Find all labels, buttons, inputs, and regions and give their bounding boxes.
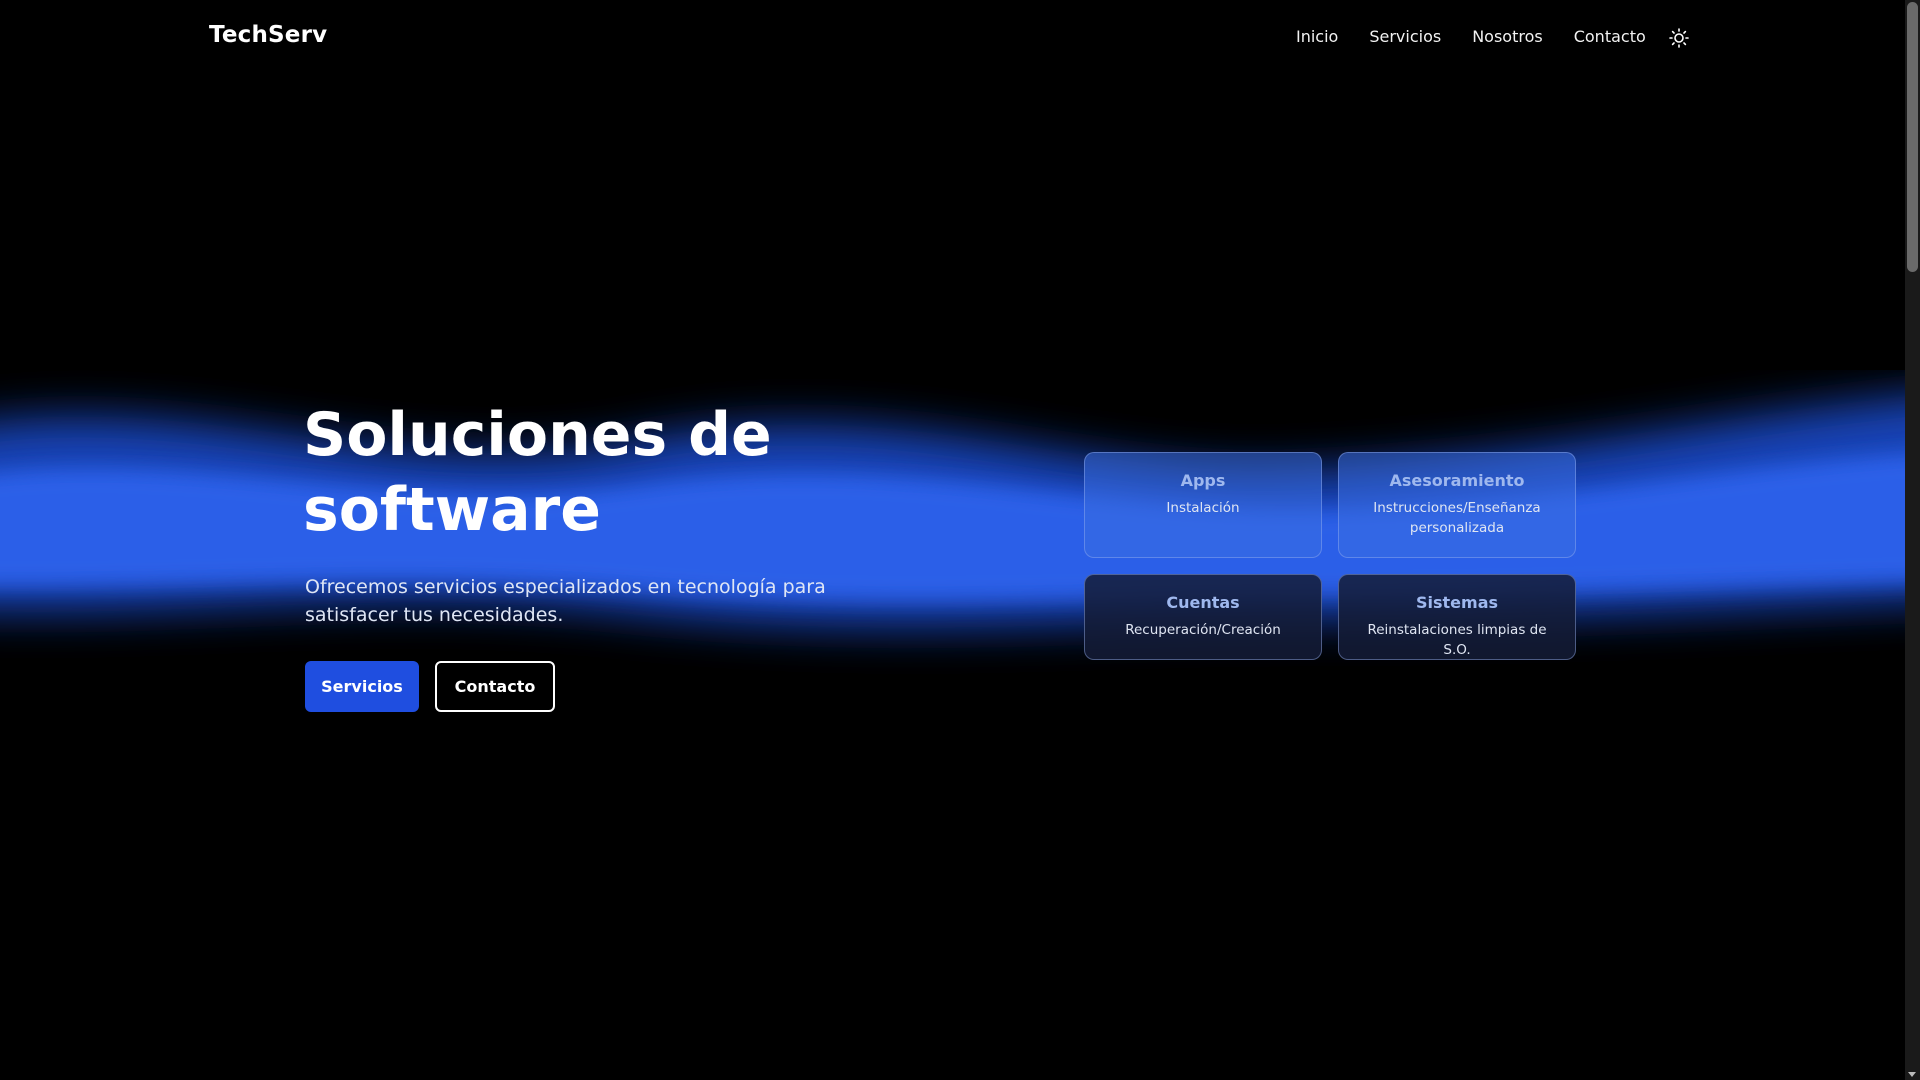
service-card-apps[interactable]: Apps Instalación xyxy=(1084,452,1322,558)
service-card-sistemas[interactable]: Sistemas Reinstalaciones limpias de S.O. xyxy=(1338,574,1576,660)
service-card-asesoramiento[interactable]: Asesoramiento Instrucciones/Enseñanza pe… xyxy=(1338,452,1576,558)
page: TechServ Inicio Servicios Nosotros Conta… xyxy=(0,0,1905,1080)
service-card-title: Asesoramiento xyxy=(1389,471,1525,490)
nav-item-contacto[interactable]: Contacto xyxy=(1574,27,1646,46)
hero-subtitle: Ofrecemos servicios especializados en te… xyxy=(305,576,826,626)
nav-item-nosotros[interactable]: Nosotros xyxy=(1472,27,1543,46)
main-nav: Inicio Servicios Nosotros Contacto xyxy=(1296,27,1677,46)
services-button[interactable]: Servicios xyxy=(305,661,419,712)
nav-item-inicio[interactable]: Inicio xyxy=(1296,27,1338,46)
background-wave xyxy=(0,370,1905,710)
page-scrollbar[interactable] xyxy=(1905,0,1920,1080)
nav-item-servicios[interactable]: Servicios xyxy=(1369,27,1441,46)
service-card-description: Instalación xyxy=(1166,500,1240,516)
hero-title: Soluciones de software xyxy=(303,400,772,545)
service-card-title: Cuentas xyxy=(1166,593,1240,612)
service-card-title: Sistemas xyxy=(1415,593,1499,612)
service-card-description: Recuperación/Creación xyxy=(1125,622,1281,638)
service-card-description: Reinstalaciones limpias de S.O. xyxy=(1367,622,1547,658)
site-header: TechServ Inicio Servicios Nosotros Conta… xyxy=(0,0,1905,76)
scrollbar-thumb[interactable] xyxy=(1907,2,1918,272)
scroll-down-arrow-icon[interactable] xyxy=(1908,1072,1916,1077)
site-logo[interactable]: TechServ xyxy=(209,22,327,48)
service-card-description: Instrucciones/Enseñanza personalizada xyxy=(1373,500,1541,536)
service-card-title: Apps xyxy=(1180,471,1226,490)
sun-icon[interactable] xyxy=(1668,27,1690,49)
service-card-cuentas[interactable]: Cuentas Recuperación/Creación xyxy=(1084,574,1322,660)
contact-button[interactable]: Contacto xyxy=(435,661,555,712)
